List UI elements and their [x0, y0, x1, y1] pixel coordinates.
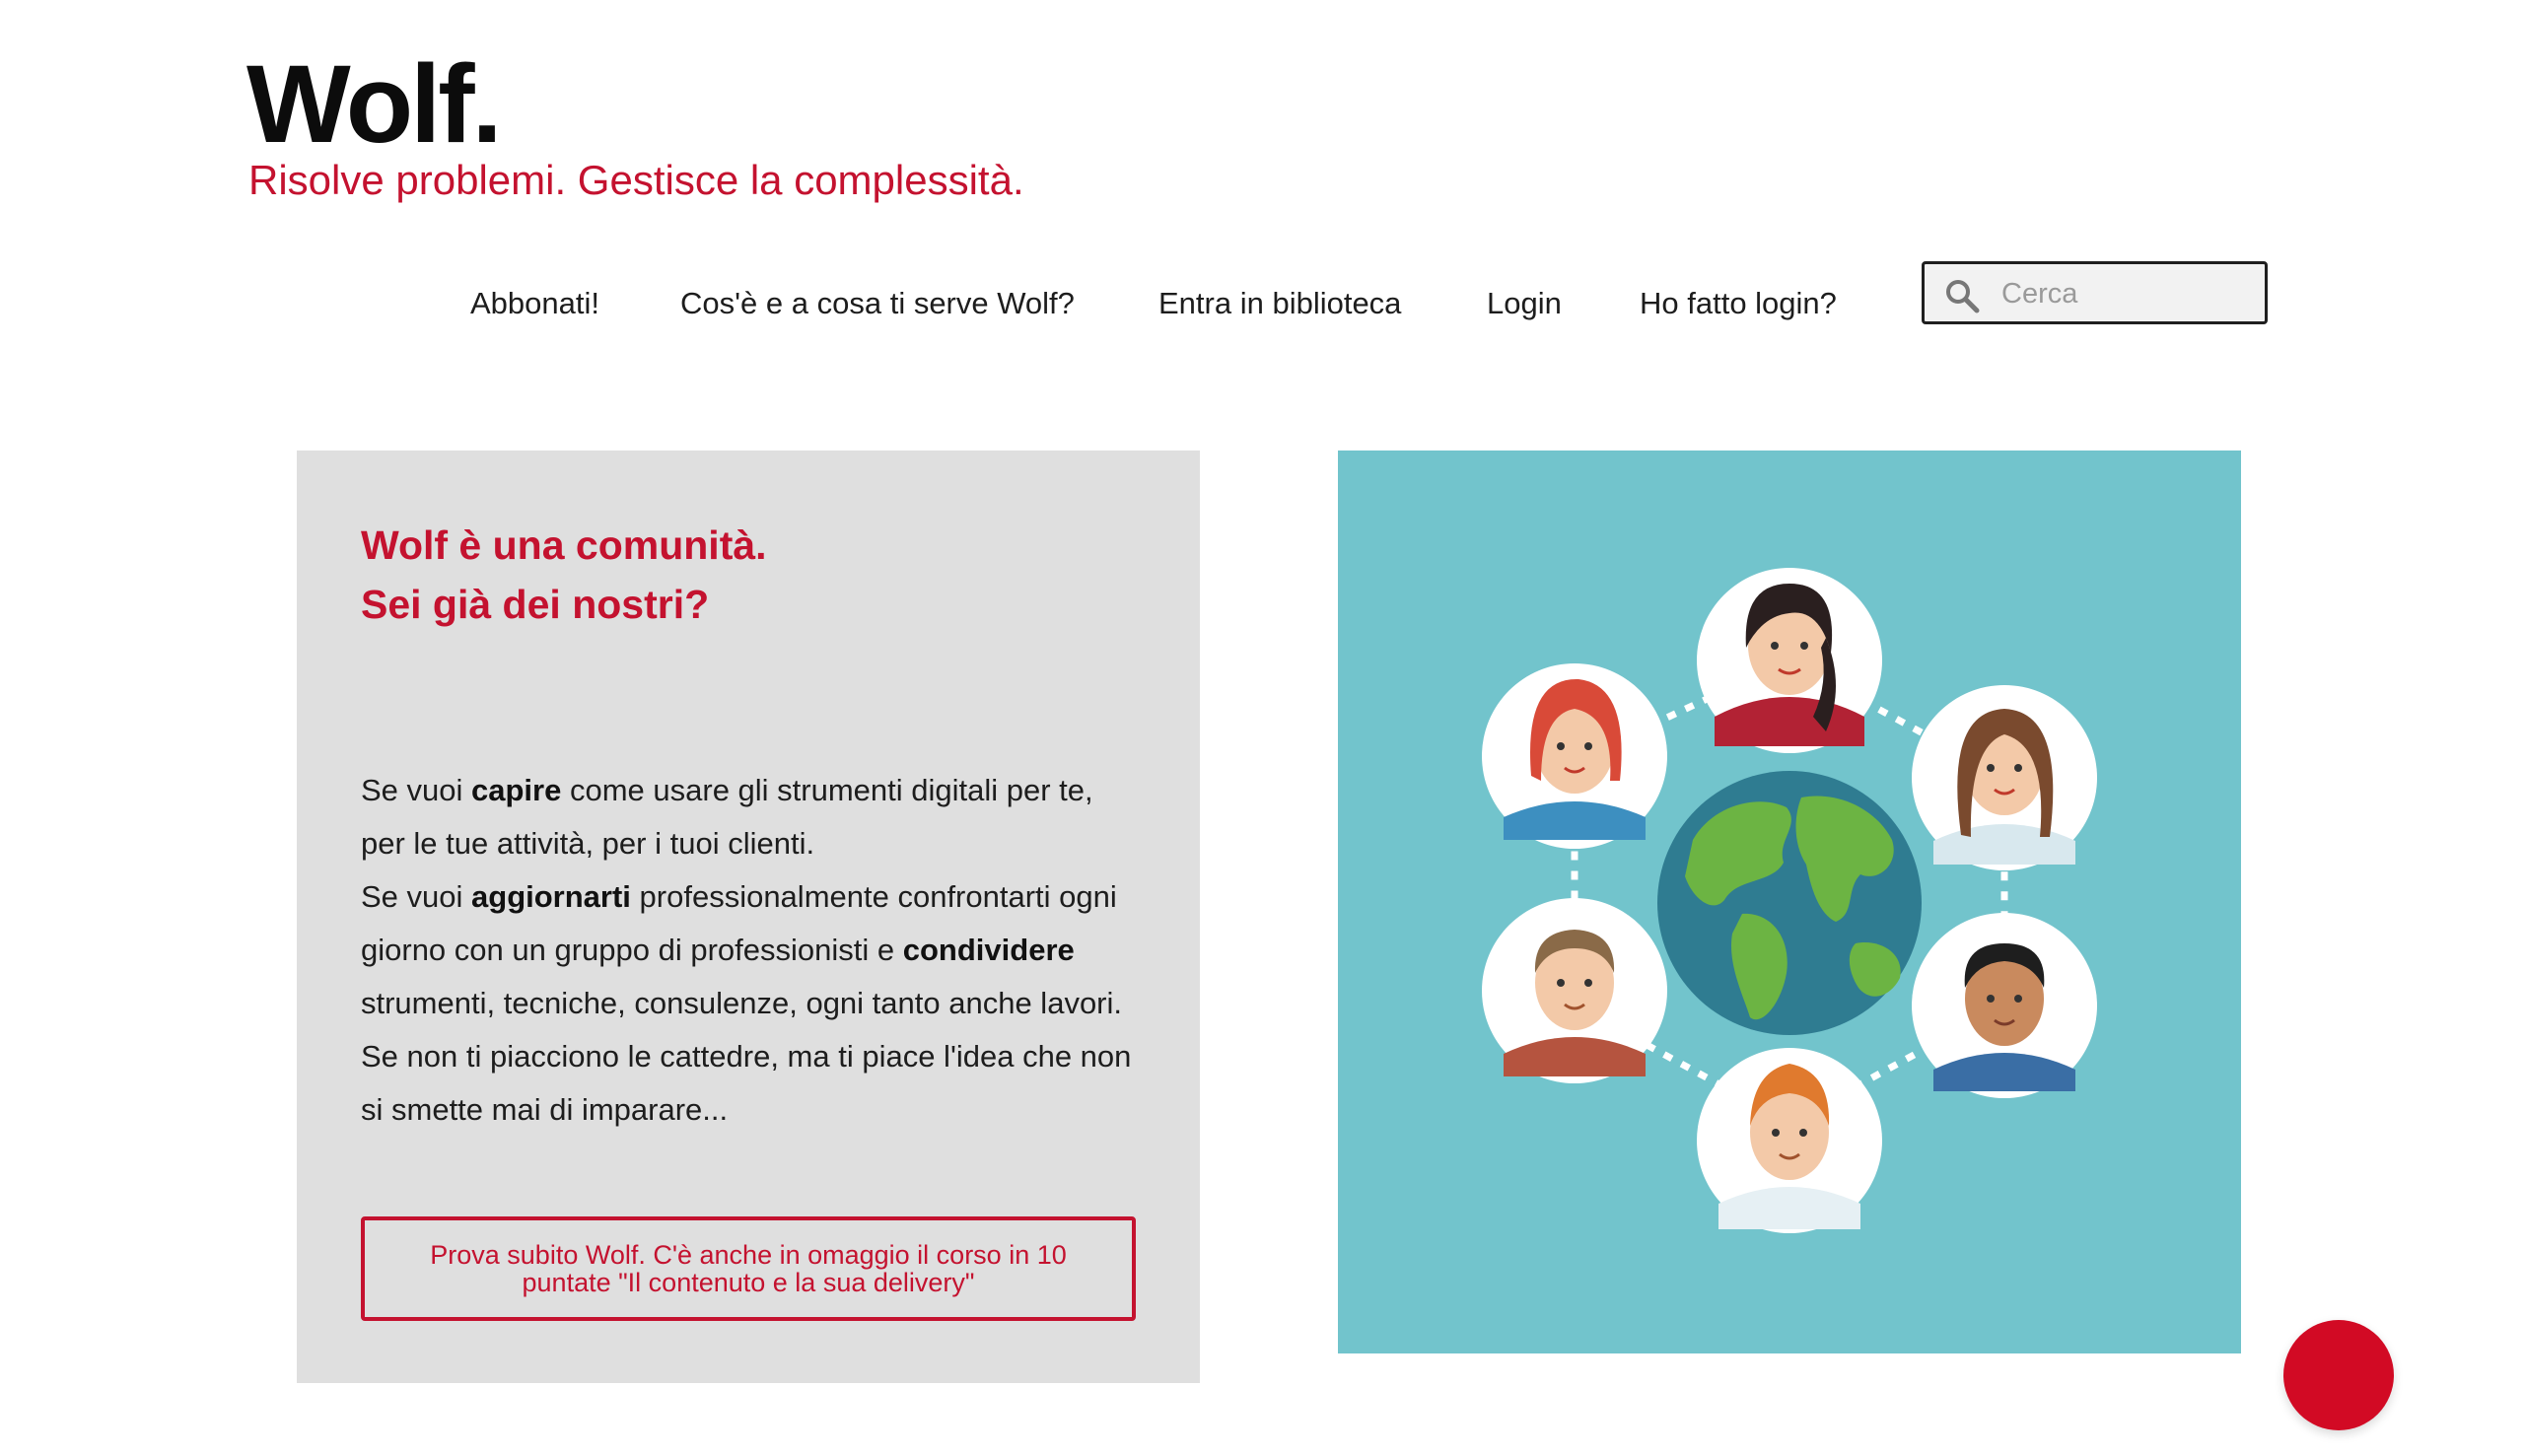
logo[interactable]: Wolf. — [246, 49, 503, 160]
card-body: Se vuoi capire come usare gli strumenti … — [361, 764, 1140, 1137]
nav-item-ho-fatto-login[interactable]: Ho fatto login? — [1640, 282, 1837, 325]
avatar-top — [1697, 568, 1882, 753]
floating-action-button[interactable] — [2283, 1320, 2394, 1430]
search-input[interactable] — [1999, 272, 2260, 315]
avatar-top-right — [1912, 685, 2097, 870]
avatar-bottom-right — [1912, 913, 2097, 1098]
search-icon — [1946, 280, 1980, 313]
paragraph-1: Se vuoi capire come usare gli strumenti … — [361, 764, 1140, 870]
avatar-bottom — [1697, 1048, 1882, 1233]
card-headline: Wolf è una comunità. Sei già dei nostri? — [361, 516, 1130, 634]
p1-pre: Se vuoi — [361, 773, 472, 807]
p2-post: strumenti, tecniche, consulenze, ogni ta… — [361, 986, 1123, 1020]
headline-line-1: Wolf è una comunità. — [361, 522, 767, 568]
avatar-top-left — [1482, 663, 1667, 849]
nav-item-abbonati[interactable]: Abbonati! — [470, 282, 599, 325]
p2-bold-2: condividere — [902, 933, 1075, 967]
community-card: Wolf è una comunità. Sei già dei nostri?… — [297, 451, 1200, 1383]
nav-item-login[interactable]: Login — [1487, 282, 1562, 325]
community-illustration — [1338, 451, 2241, 1353]
tagline: Risolve problemi. Gestisce la complessit… — [248, 157, 1024, 203]
headline-line-2: Sei già dei nostri? — [361, 582, 710, 627]
nav-item-biblioteca[interactable]: Entra in biblioteca — [1158, 282, 1401, 325]
paragraph-3: Se non ti piacciono le cattedre, ma ti p… — [361, 1039, 1132, 1127]
p1-bold: capire — [471, 773, 562, 807]
p2-pre: Se vuoi — [361, 879, 472, 914]
try-wolf-button[interactable]: Prova subito Wolf. C'è anche in omaggio … — [361, 1216, 1136, 1321]
globe-icon — [1657, 771, 1922, 1035]
paragraph-2: Se vuoi aggiornarti professionalmente co… — [361, 870, 1140, 1030]
avatar-bottom-left — [1482, 898, 1667, 1083]
p2-bold: aggiornarti — [471, 879, 631, 914]
nav-item-cos-e-wolf[interactable]: Cos'è e a cosa ti serve Wolf? — [680, 282, 1075, 325]
search-box[interactable] — [1922, 261, 2268, 324]
